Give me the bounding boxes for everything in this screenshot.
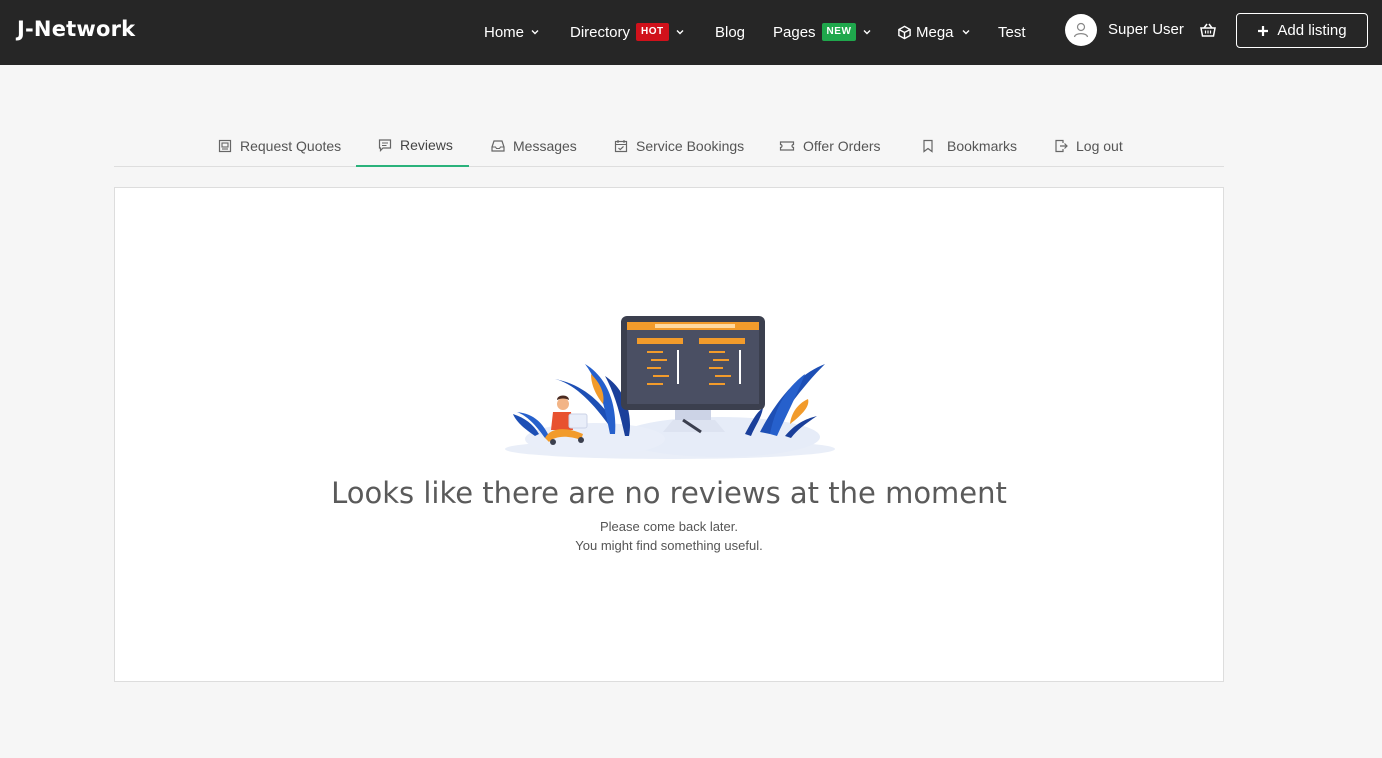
chevron-down-icon (962, 30, 970, 35)
tab-label: Reviews (400, 136, 453, 153)
nav-home-label: Home (484, 23, 525, 41)
add-listing-button[interactable]: Add listing (1236, 13, 1368, 48)
tab-label: Service Bookings (636, 137, 745, 154)
nav-test-label: Test (998, 23, 1026, 41)
tab-reviews[interactable]: Reviews (356, 124, 469, 167)
logout-icon (1055, 139, 1068, 152)
empty-state-line-2: You might find something useful. (575, 538, 763, 553)
tab-label: Bookmarks (947, 137, 1018, 154)
chevron-down-icon (863, 30, 871, 35)
chevron-down-icon (531, 30, 539, 35)
nav-blog-label: Blog (715, 23, 746, 41)
nav-mega[interactable]: Mega (897, 21, 971, 43)
tab-service-bookings[interactable]: Service Bookings (614, 124, 744, 167)
hot-badge: HOT (636, 23, 669, 41)
nav-home[interactable]: Home (484, 21, 540, 43)
empty-state-title: Looks like there are no reviews at the m… (331, 476, 1007, 510)
tab-label: Request Quotes (240, 137, 342, 154)
user-name[interactable]: Super User (1108, 21, 1184, 38)
tab-label: Log out (1076, 137, 1123, 154)
review-icon (378, 138, 392, 152)
nav-pages-label: Pages (773, 23, 816, 41)
user-icon (1073, 22, 1089, 38)
empty-state-illustration (505, 316, 835, 459)
nav-test[interactable]: Test (998, 21, 1026, 43)
tab-logout[interactable]: Log out (1054, 124, 1123, 167)
nav-directory[interactable]: Directory HOT (570, 21, 685, 43)
bookmark-icon (923, 139, 933, 153)
empty-state-line-1: Please come back later. (599, 519, 739, 534)
ticket-icon (779, 140, 795, 151)
top-navbar: J-Network Home Directory HOT Blog Pages … (0, 0, 1382, 65)
tab-label: Offer Orders (803, 137, 881, 154)
brand-logo[interactable]: J-Network (17, 17, 135, 41)
plus-icon (1258, 25, 1269, 36)
quote-icon (218, 139, 232, 152)
tab-request-quotes[interactable]: Request Quotes (218, 124, 341, 167)
tab-label: Messages (513, 137, 577, 154)
nav-pages[interactable]: Pages NEW (773, 21, 872, 43)
new-badge: NEW (821, 23, 857, 41)
nav-mega-label: Mega (916, 23, 954, 41)
add-listing-label: Add listing (1277, 22, 1347, 39)
avatar[interactable] (1065, 14, 1097, 46)
tab-bookmarks[interactable]: Bookmarks (921, 124, 1017, 167)
nav-directory-label: Directory (570, 23, 631, 41)
tab-messages[interactable]: Messages (491, 124, 577, 167)
account-tabs: Request Quotes Reviews Messages Service … (114, 124, 1224, 167)
calendar-check-icon (614, 139, 628, 152)
cube-icon (898, 25, 911, 39)
tab-offer-orders[interactable]: Offer Orders (779, 124, 881, 167)
basket-icon[interactable] (1199, 21, 1217, 39)
chevron-down-icon (676, 30, 684, 35)
nav-blog[interactable]: Blog (715, 21, 745, 43)
reviews-panel: Looks like there are no reviews at the m… (114, 187, 1224, 682)
inbox-icon (491, 139, 505, 152)
